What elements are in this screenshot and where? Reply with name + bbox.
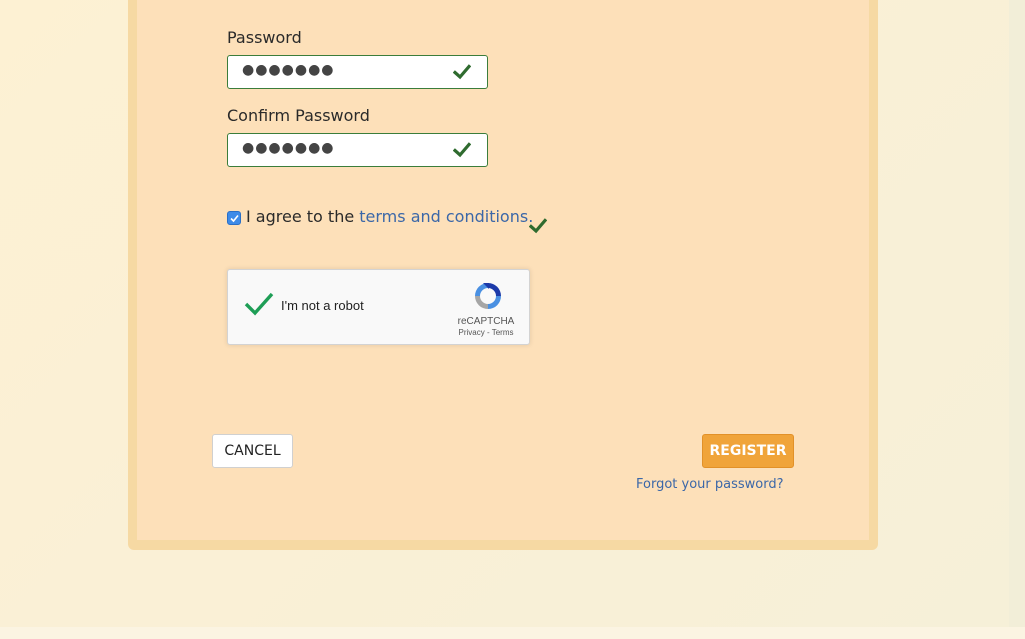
- register-button[interactable]: REGISTER: [702, 434, 794, 468]
- recaptcha-links[interactable]: Privacy - Terms: [450, 328, 522, 337]
- forgot-password-link[interactable]: Forgot your password?: [636, 477, 784, 492]
- check-icon: [453, 64, 471, 80]
- confirm-password-value: ●●●●●●●: [242, 140, 335, 156]
- page-right-edge: [1009, 0, 1025, 639]
- checkbox-tick-icon: [230, 214, 239, 223]
- recaptcha-label: I'm not a robot: [281, 298, 364, 313]
- cancel-button[interactable]: CANCEL: [212, 434, 293, 468]
- agree-text: I agree to the terms and conditions.: [246, 207, 533, 226]
- password-label: Password: [227, 28, 302, 47]
- agree-prefix: I agree to the: [246, 207, 360, 226]
- recaptcha-widget[interactable]: I'm not a robot reCAPTCHA Privacy - Term…: [227, 269, 530, 345]
- check-icon: [529, 218, 547, 234]
- confirm-password-field[interactable]: ●●●●●●●: [227, 133, 488, 167]
- check-icon: [453, 142, 471, 158]
- recaptcha-brand: reCAPTCHA: [457, 316, 515, 327]
- password-value: ●●●●●●●: [242, 62, 335, 78]
- recaptcha-logo-icon: [475, 283, 501, 309]
- password-field[interactable]: ●●●●●●●: [227, 55, 488, 89]
- page-bottom-edge: [0, 627, 1025, 639]
- confirm-password-label: Confirm Password: [227, 106, 370, 125]
- recaptcha-check-icon[interactable]: [244, 292, 274, 316]
- terms-link[interactable]: terms and conditions.: [359, 207, 533, 226]
- agree-checkbox[interactable]: [227, 211, 241, 225]
